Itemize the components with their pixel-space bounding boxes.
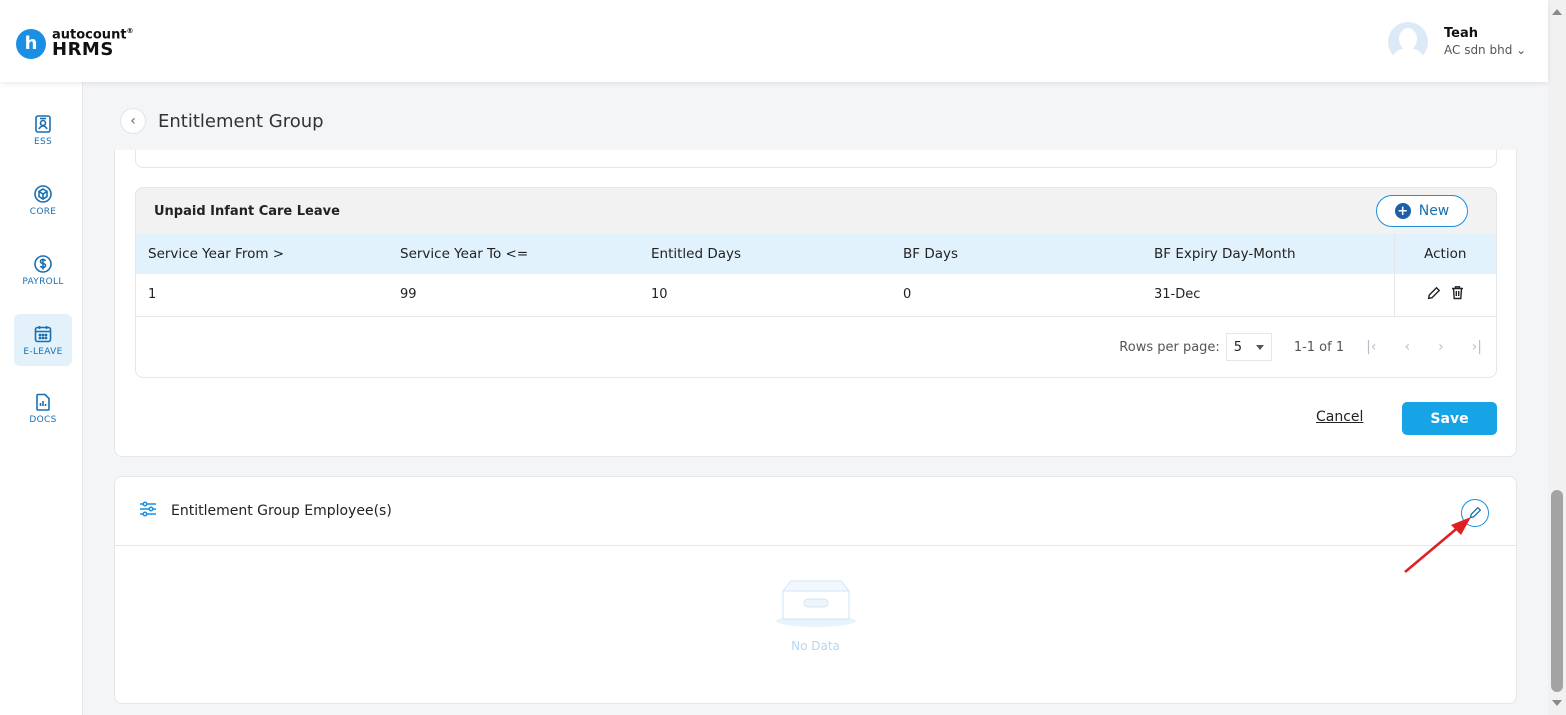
rows-per-page-value: 5 bbox=[1233, 339, 1243, 355]
empty-state: No Data bbox=[115, 577, 1516, 653]
sidebar-item-label: E-LEAVE bbox=[23, 347, 63, 357]
pagination: Rows per page: 5 1-1 of 1 |‹ ‹ › ›| bbox=[136, 317, 1496, 378]
last-page-icon[interactable]: ›| bbox=[1472, 339, 1482, 355]
caret-down-icon bbox=[1255, 344, 1264, 350]
user-name: Teah bbox=[1444, 26, 1478, 42]
scroll-thumb[interactable] bbox=[1551, 490, 1563, 692]
cell-entitled-days: 10 bbox=[639, 274, 891, 317]
column-header[interactable]: Service Year To <= bbox=[388, 234, 639, 274]
avatar[interactable] bbox=[1388, 22, 1428, 62]
prev-page-icon[interactable]: ‹ bbox=[1404, 339, 1410, 355]
filter-sliders-icon bbox=[139, 501, 157, 521]
sidebar-item-docs[interactable]: DOCS bbox=[14, 382, 72, 434]
first-page-icon[interactable]: |‹ bbox=[1366, 339, 1376, 355]
entitlement-card: Unpaid Infant Care Leave + New Service Y… bbox=[114, 150, 1517, 457]
sidebar-item-label: DOCS bbox=[29, 415, 57, 425]
core-icon bbox=[32, 183, 54, 205]
sidebar-item-core[interactable]: CORE bbox=[14, 174, 72, 226]
sidebar-item-ess[interactable]: ESS bbox=[14, 104, 72, 156]
pencil-icon[interactable] bbox=[1427, 286, 1441, 304]
scroll-down-icon[interactable] bbox=[1552, 700, 1562, 706]
cell-service-year-from: 1 bbox=[136, 274, 388, 317]
annotation-arrow bbox=[1395, 497, 1485, 581]
page-title: Entitlement Group bbox=[158, 110, 324, 132]
back-button[interactable]: ‹ bbox=[120, 108, 146, 134]
sidebar-item-label: PAYROLL bbox=[22, 277, 64, 287]
column-header[interactable]: BF Expiry Day-Month bbox=[1142, 234, 1394, 274]
top-bar: h autocount® HRMS Teah AC sdn bhd ⌄ bbox=[0, 0, 1548, 82]
company-name: AC sdn bhd bbox=[1444, 42, 1513, 57]
logo-bottom-text: HRMS bbox=[52, 39, 114, 61]
calendar-icon bbox=[32, 323, 54, 345]
scroll-up-icon[interactable] bbox=[1552, 9, 1562, 15]
sidebar-item-label: CORE bbox=[29, 207, 57, 217]
column-header[interactable]: Entitled Days bbox=[639, 234, 891, 274]
cell-bf-days: 0 bbox=[891, 274, 1142, 317]
new-button-label: New bbox=[1418, 203, 1450, 219]
chevron-left-icon: ‹ bbox=[130, 113, 136, 129]
next-page-icon[interactable]: › bbox=[1438, 339, 1444, 355]
column-header[interactable]: BF Days bbox=[891, 234, 1142, 274]
entitlement-table: Service Year From > Service Year To <= E… bbox=[136, 234, 1496, 317]
previous-section-edge bbox=[135, 150, 1497, 168]
table-header-row: Service Year From > Service Year To <= E… bbox=[136, 234, 1496, 274]
column-header[interactable]: Service Year From > bbox=[136, 234, 388, 274]
cancel-button[interactable]: Cancel bbox=[1316, 409, 1363, 425]
ess-icon bbox=[32, 113, 54, 135]
cell-service-year-to: 99 bbox=[388, 274, 639, 317]
leave-type-section: Unpaid Infant Care Leave + New Service Y… bbox=[135, 187, 1497, 378]
sidebar-item-e-leave[interactable]: E-LEAVE bbox=[14, 314, 72, 366]
sidebar: ESS CORE PAYROLL E-LEAVE DOCS bbox=[0, 82, 83, 715]
sidebar-item-payroll[interactable]: PAYROLL bbox=[14, 244, 72, 296]
column-header: Action bbox=[1393, 234, 1496, 274]
plus-circle-icon: + bbox=[1394, 203, 1411, 219]
save-button[interactable]: Save bbox=[1402, 402, 1497, 435]
cell-bf-expiry: 31-Dec bbox=[1142, 274, 1394, 317]
table-row: 1 99 10 0 31-Dec bbox=[136, 274, 1496, 317]
trash-icon[interactable] bbox=[1451, 285, 1464, 304]
empty-state-label: No Data bbox=[791, 639, 840, 653]
cell-actions bbox=[1393, 274, 1496, 317]
logo-mark: h bbox=[16, 28, 46, 59]
user-menu[interactable]: Teah AC sdn bhd ⌄ bbox=[1388, 22, 1526, 62]
rows-per-page-select[interactable]: 5 bbox=[1225, 333, 1272, 361]
sidebar-item-label: ESS bbox=[33, 137, 52, 147]
employees-title: Entitlement Group Employee(s) bbox=[171, 503, 392, 519]
new-button[interactable]: + New bbox=[1376, 195, 1468, 227]
docs-icon bbox=[32, 391, 54, 413]
employees-header: Entitlement Group Employee(s) bbox=[115, 477, 1516, 546]
app-logo[interactable]: h autocount® HRMS bbox=[16, 28, 134, 59]
page-header: ‹ Entitlement Group bbox=[120, 108, 324, 134]
company-selector[interactable]: AC sdn bhd ⌄ bbox=[1444, 43, 1526, 58]
page-scrollbar[interactable] bbox=[1548, 0, 1566, 715]
chevron-down-icon: ⌄ bbox=[1516, 42, 1527, 57]
leave-type-header: Unpaid Infant Care Leave + New bbox=[136, 188, 1496, 234]
pagination-range: 1-1 of 1 bbox=[1293, 339, 1345, 355]
logo-registered-mark: ® bbox=[126, 27, 134, 35]
payroll-icon bbox=[32, 253, 54, 275]
rows-per-page-label: Rows per page: bbox=[1119, 339, 1220, 355]
empty-box-icon bbox=[761, 577, 871, 633]
leave-type-title: Unpaid Infant Care Leave bbox=[154, 203, 340, 219]
employees-card: Entitlement Group Employee(s) No Data bbox=[114, 476, 1517, 704]
